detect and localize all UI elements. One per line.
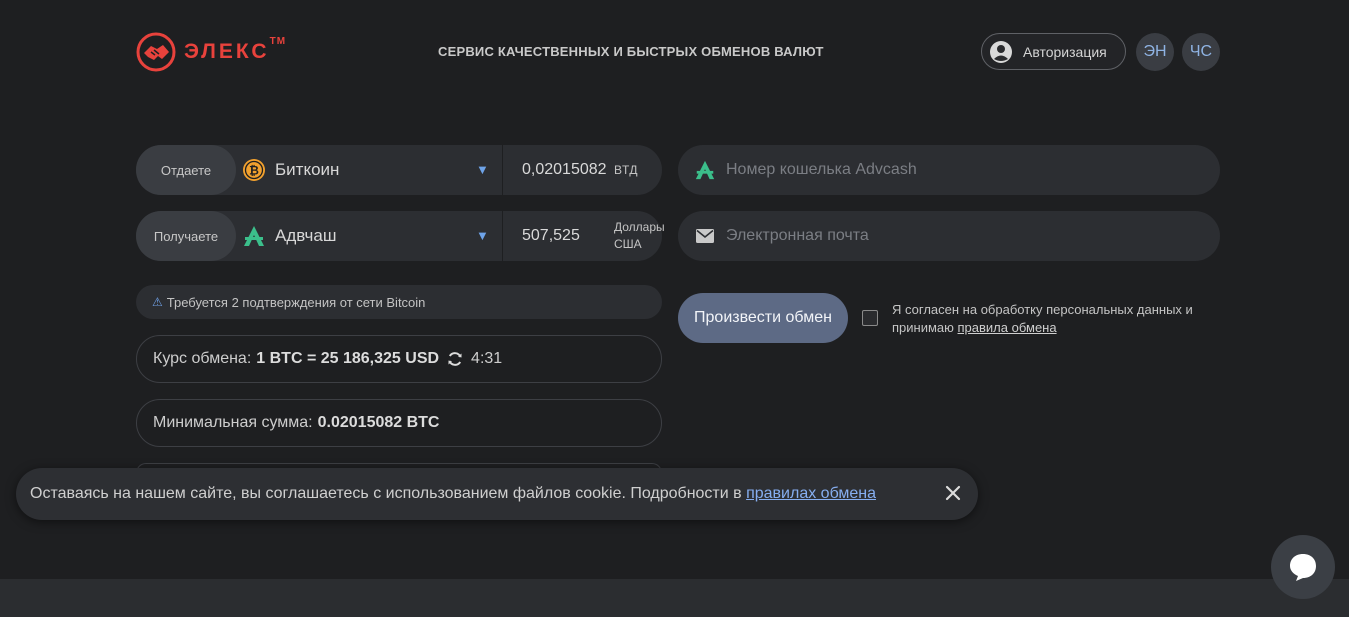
confirmation-notice: ⚠ Требуется 2 подтверждения от сети Bitc… xyxy=(136,285,662,319)
bitcoin-icon: ₿ xyxy=(243,159,265,181)
auth-button[interactable]: Авторизация xyxy=(981,33,1126,70)
receive-amount-input[interactable]: 507,525 xyxy=(522,227,580,245)
cookie-banner: Оставаясь на нашем сайте, вы соглашаетес… xyxy=(16,468,978,520)
give-row: Отдаете ₿ Биткоин ▼ 0,02015082 BTД xyxy=(136,145,662,195)
minimum-box: Минимальная сумма: 0.02015082 BTC xyxy=(136,399,662,447)
rules-link[interactable]: правила обмена xyxy=(958,320,1057,335)
envelope-icon xyxy=(696,229,714,243)
auth-label: Авторизация xyxy=(1023,43,1107,60)
rate-value: 1 BTC = 25 186,325 USD xyxy=(256,350,440,367)
advcash-icon xyxy=(695,160,715,180)
consent-text: Я согласен на обработку персональных дан… xyxy=(892,302,1193,335)
footer xyxy=(0,579,1349,617)
wallet-input[interactable]: Номер кошелька Advcash xyxy=(726,161,917,179)
receive-label: Получаете xyxy=(136,211,236,261)
rate-timer: 4:31 xyxy=(471,350,503,367)
lang-en-button[interactable]: ЭН xyxy=(1136,33,1174,71)
tagline: СЕРВИС КАЧЕСТВЕННЫХ И БЫСТРЫХ ОБМЕНОВ ВА… xyxy=(438,44,824,59)
minimum-value: 0.02015082 BTC xyxy=(317,414,440,431)
close-icon[interactable] xyxy=(944,484,962,502)
exchange-button[interactable]: Произвести обмен xyxy=(678,293,848,343)
wallet-field[interactable]: Номер кошелька Advcash xyxy=(678,145,1220,195)
give-label: Отдаете xyxy=(136,145,236,195)
give-unit: BTД xyxy=(614,163,638,177)
handshake-logo-icon xyxy=(136,32,176,72)
refresh-icon[interactable] xyxy=(447,351,463,367)
rate-box: Курс обмена: 1 BTC = 25 186,325 USD 4:31 xyxy=(136,335,662,383)
give-dropdown-arrow-icon[interactable]: ▼ xyxy=(476,162,489,177)
chat-bubble-icon xyxy=(1290,554,1316,581)
consent-checkbox[interactable] xyxy=(862,310,878,326)
cookie-rules-link[interactable]: правилах обмена xyxy=(746,485,876,502)
rate-label: Курс обмена: xyxy=(153,350,252,367)
email-field[interactable]: Электронная почта xyxy=(678,211,1220,261)
cookie-text: Оставаясь на нашем сайте, вы соглашаетес… xyxy=(30,485,877,502)
receive-currency-select[interactable]: Адвчаш xyxy=(275,226,336,246)
give-currency-select[interactable]: Биткоин xyxy=(275,160,339,180)
receive-dropdown-arrow-icon[interactable]: ▼ xyxy=(476,228,489,243)
receive-row: Получаете Адвчаш ▼ 507,525 Доллары США xyxy=(136,211,665,261)
warning-icon: ⚠ xyxy=(152,295,163,309)
svg-text:₿: ₿ xyxy=(249,164,259,178)
give-amount-input[interactable]: 0,02015082 xyxy=(522,161,607,179)
lang-ch-button[interactable]: ЧС xyxy=(1182,33,1220,71)
receive-unit: Доллары США xyxy=(614,220,665,251)
logo-text: ЭЛЕКСTM xyxy=(184,36,287,63)
notice-text: Требуется 2 подтверждения от сети Bitcoi… xyxy=(166,294,426,310)
divider xyxy=(502,145,503,195)
user-icon xyxy=(990,40,1012,63)
minimum-label: Минимальная сумма: xyxy=(153,414,313,431)
chat-button[interactable] xyxy=(1271,535,1335,599)
advcash-icon xyxy=(244,226,264,246)
logo[interactable]: ЭЛЕКСTM xyxy=(136,30,286,74)
divider xyxy=(502,211,503,261)
email-input[interactable]: Электронная почта xyxy=(726,227,869,245)
